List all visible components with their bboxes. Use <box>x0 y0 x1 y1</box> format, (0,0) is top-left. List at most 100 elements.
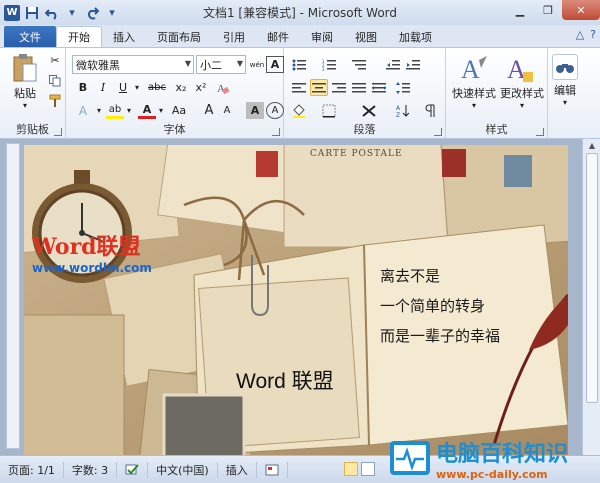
tab-file[interactable]: 文件 <box>4 26 56 47</box>
vertical-scrollbar[interactable]: ▲ <box>582 139 600 455</box>
text-effects-icon[interactable]: A <box>74 102 92 119</box>
minimize-ribbon-icon[interactable]: △ <box>576 28 584 41</box>
font-color-button[interactable]: A <box>138 102 156 119</box>
line-spacing-icon[interactable] <box>394 79 412 96</box>
maximize-button[interactable]: ❐ <box>534 0 562 20</box>
enclose-char-button[interactable]: A <box>266 102 284 119</box>
copy-icon[interactable] <box>46 72 64 89</box>
chinese-layout-icon[interactable] <box>360 102 378 119</box>
superscript-button[interactable]: x² <box>192 79 210 96</box>
save-icon[interactable] <box>24 5 40 21</box>
font-launcher-icon[interactable] <box>272 128 280 136</box>
editing-dropdown-icon[interactable]: ▾ <box>548 97 582 107</box>
char-border-button[interactable]: A <box>266 56 284 73</box>
document-page[interactable]: 离去不是 一个简单的转身 而是一辈子的幸福 CARTE POSTALE Word… <box>24 145 568 455</box>
increase-indent-icon[interactable] <box>404 56 422 73</box>
clear-formatting-icon[interactable]: A <box>214 79 232 96</box>
align-center-icon[interactable] <box>310 79 328 96</box>
title-bar: W ▾ ▾ 文档1 [兼容模式] - Microsoft Word ▁ ❐ ✕ <box>0 0 600 25</box>
bullets-icon[interactable] <box>290 56 308 73</box>
scroll-up-icon[interactable]: ▲ <box>586 141 598 153</box>
font-size-combo[interactable]: 小二 ▼ <box>196 55 246 74</box>
align-right-icon[interactable] <box>330 79 348 96</box>
document-caption[interactable]: Word 联盟 <box>236 365 334 395</box>
scroll-thumb[interactable] <box>586 153 598 403</box>
change-styles-dropdown-icon[interactable]: ▾ <box>496 100 548 110</box>
justify-icon[interactable] <box>350 79 368 96</box>
grow-font-button[interactable]: A <box>200 102 218 119</box>
clipboard-launcher-icon[interactable] <box>54 128 62 136</box>
help-icon[interactable]: ? <box>590 28 596 41</box>
tab-page-layout[interactable]: 页面布局 <box>146 26 212 47</box>
dropdown-arrow-icon[interactable]: ▾ <box>64 5 80 21</box>
tab-home[interactable]: 开始 <box>56 26 102 47</box>
bold-button[interactable]: B <box>74 79 92 96</box>
format-painter-icon[interactable] <box>46 92 64 109</box>
tab-review[interactable]: 审阅 <box>300 26 344 47</box>
cut-icon[interactable]: ✂ <box>46 52 64 69</box>
show-marks-icon[interactable] <box>420 102 438 119</box>
status-insert-mode[interactable]: 插入 <box>218 461 257 478</box>
change-case-button[interactable]: Aa <box>168 102 190 119</box>
paste-icon[interactable] <box>10 52 40 84</box>
sort-icon[interactable]: AZ <box>394 102 412 119</box>
word-app-icon[interactable]: W <box>4 4 20 21</box>
borders-icon[interactable] <box>320 102 338 119</box>
poem-block: 离去不是 一个简单的转身 而是一辈子的幸福 <box>380 261 500 351</box>
paragraph-launcher-icon[interactable] <box>434 128 442 136</box>
full-screen-view-icon[interactable] <box>361 462 375 476</box>
quick-styles-icon[interactable]: A <box>454 52 494 86</box>
tab-view[interactable]: 视图 <box>344 26 388 47</box>
phonetic-guide-icon[interactable]: wén <box>248 56 266 73</box>
distributed-icon[interactable] <box>370 79 388 96</box>
proofing-icon[interactable] <box>117 461 149 478</box>
underline-button[interactable]: U <box>114 79 132 96</box>
decrease-indent-icon[interactable] <box>384 56 402 73</box>
font-family-combo[interactable]: 微软雅黑 ▼ <box>72 55 194 74</box>
paste-dropdown-icon[interactable]: ▾ <box>6 100 44 110</box>
italic-button[interactable]: I <box>94 79 112 96</box>
styles-launcher-icon[interactable] <box>536 128 544 136</box>
font-color-dropdown-icon[interactable]: ▾ <box>156 102 166 119</box>
shrink-font-button[interactable]: A <box>218 102 236 119</box>
view-buttons <box>344 462 375 476</box>
quick-styles-dropdown-icon[interactable]: ▾ <box>448 100 500 110</box>
paste-button[interactable]: 粘贴 <box>6 86 44 100</box>
underline-dropdown-icon[interactable]: ▾ <box>132 79 142 96</box>
shading-icon[interactable] <box>290 102 308 119</box>
macro-record-icon[interactable] <box>257 461 288 478</box>
editing-group: 编辑 ▾ <box>548 48 582 139</box>
subscript-button[interactable]: x₂ <box>172 79 190 96</box>
status-word-count[interactable]: 字数: 3 <box>64 461 118 478</box>
quick-styles-button[interactable]: 快速样式 <box>448 86 500 100</box>
font-size-value: 小二 <box>200 58 222 72</box>
align-left-icon[interactable] <box>290 79 308 96</box>
status-language[interactable]: 中文(中国) <box>148 461 218 478</box>
tab-addins[interactable]: 加载项 <box>388 26 443 47</box>
styles-group: A 快速样式 ▾ A 更改样式 ▾ 样式 <box>446 48 548 139</box>
customize-qat-icon[interactable]: ▾ <box>104 5 120 21</box>
change-styles-button[interactable]: 更改样式 <box>496 86 548 100</box>
numbering-icon[interactable]: 123 <box>320 56 338 73</box>
highlight-button[interactable]: ab <box>106 102 124 119</box>
close-button[interactable]: ✕ <box>562 0 600 20</box>
redo-icon[interactable] <box>84 5 100 21</box>
binoculars-icon[interactable] <box>552 54 578 80</box>
strikethrough-button[interactable]: abc <box>146 79 168 96</box>
text-effects-dropdown-icon[interactable]: ▾ <box>94 102 104 119</box>
print-layout-view-icon[interactable] <box>344 462 358 476</box>
tab-references[interactable]: 引用 <box>212 26 256 47</box>
tab-mailings[interactable]: 邮件 <box>256 26 300 47</box>
svg-text:3: 3 <box>322 67 325 71</box>
undo-icon[interactable] <box>44 5 60 21</box>
status-page[interactable]: 页面: 1/1 <box>0 461 64 478</box>
ribbon-home: 粘贴 ▾ ✂ 剪贴板 微软雅黑 ▼ 小二 ▼ wén A B I U ▾ abc… <box>0 47 600 139</box>
tab-insert[interactable]: 插入 <box>102 26 146 47</box>
highlight-dropdown-icon[interactable]: ▾ <box>124 102 134 119</box>
watermark-pc-daily: 电脑百科知识 www.pc-daily.com <box>390 433 600 483</box>
char-shading-button[interactable]: A <box>246 102 264 119</box>
change-styles-icon[interactable]: A <box>500 52 540 86</box>
editing-button[interactable]: 编辑 <box>548 83 582 97</box>
multilevel-list-icon[interactable] <box>350 56 368 73</box>
minimize-button[interactable]: ▁ <box>506 0 534 20</box>
